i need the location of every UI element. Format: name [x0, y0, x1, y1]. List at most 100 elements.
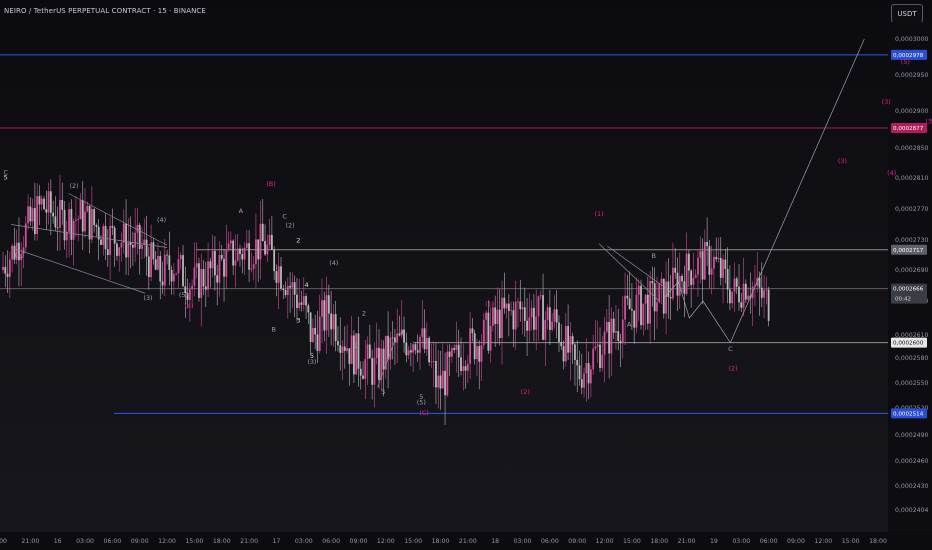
- candle-body: [715, 256, 718, 260]
- candle-body: [4, 266, 7, 274]
- candle-body: [555, 309, 558, 323]
- y-tick-label: 0,0002404: [895, 507, 929, 514]
- price-chart[interactable]: 0,0003000 0,0002950 0,0002900 0,0002850 0,00…: [0, 0, 932, 550]
- candle-body: [517, 301, 519, 303]
- candle-body: [697, 257, 699, 275]
- price-tag-label: 0,0002666: [893, 287, 924, 293]
- wave-label: (5): [901, 58, 910, 66]
- candle-body: [63, 209, 66, 241]
- candle-body: [596, 344, 599, 347]
- x-tick-label: 16: [54, 538, 62, 545]
- candle-body: [480, 345, 483, 362]
- candle-body: [56, 227, 59, 229]
- candle-body: [526, 320, 528, 331]
- candle-body: [207, 261, 209, 290]
- candle-body: [111, 225, 114, 228]
- candle-body: [567, 326, 570, 353]
- candle-body: [612, 318, 615, 333]
- wave-label: (5): [179, 291, 188, 299]
- candle-body: [649, 281, 652, 324]
- candle-body: [419, 336, 421, 353]
- candle-body: [49, 191, 52, 213]
- candle-body: [599, 344, 601, 368]
- candle-body: [220, 254, 223, 259]
- candle-body: [202, 269, 205, 287]
- candle-body: [34, 208, 36, 235]
- price-tag-label: 0,0002514: [893, 411, 924, 417]
- pattern-line[interactable]: [607, 245, 668, 290]
- candle-body: [396, 333, 399, 343]
- candle-body: [209, 261, 212, 269]
- candle-body: [717, 258, 720, 260]
- x-tick-label: 15:00: [623, 538, 641, 545]
- wave-label: 4: [304, 281, 308, 289]
- candle-body: [462, 366, 465, 371]
- candle-body: [29, 206, 32, 222]
- wave-label: A: [627, 321, 632, 329]
- candle-body: [211, 250, 214, 269]
- candle-body: [382, 348, 385, 370]
- candle-body: [767, 289, 770, 321]
- candle-body: [733, 278, 736, 292]
- candle-body: [469, 328, 472, 364]
- candle-body: [512, 310, 515, 330]
- candle-body: [172, 273, 175, 282]
- candle-body: [740, 302, 743, 308]
- candle-body: [223, 258, 225, 277]
- candle-body: [758, 277, 761, 288]
- candle-body: [546, 307, 549, 320]
- x-tick-label: 15:00: [842, 538, 860, 545]
- x-tick-label: 18:00: [432, 538, 450, 545]
- candle-body: [450, 347, 453, 357]
- candle-body: [651, 281, 654, 284]
- candle-body: [264, 241, 266, 255]
- candle-body: [118, 247, 121, 256]
- y-tick-label: 0,0002900: [895, 108, 929, 115]
- wave-label: (4): [329, 259, 338, 267]
- candle-body: [289, 285, 292, 288]
- candle-body: [501, 297, 503, 338]
- chart-area[interactable]: NEIRO / TetherUS PERPETUAL CONTRACT · 15…: [0, 0, 932, 550]
- wave-label: (B): [266, 180, 276, 188]
- candle-body: [656, 302, 658, 312]
- candle-body: [726, 268, 729, 290]
- candle-body: [122, 223, 125, 243]
- candle-body: [311, 327, 314, 342]
- candle-body: [672, 267, 674, 299]
- candle-body: [435, 361, 437, 388]
- candle-body: [131, 244, 134, 248]
- candle-body: [580, 379, 583, 388]
- candle-body: [177, 258, 180, 274]
- candle-body: [485, 312, 487, 320]
- candle-body: [268, 234, 271, 245]
- candle-body: [441, 370, 444, 389]
- candle-body: [430, 361, 433, 363]
- candle-body: [120, 242, 123, 248]
- candle-body: [234, 260, 237, 266]
- candle-body: [343, 346, 346, 351]
- candle-body: [530, 307, 533, 318]
- candle-body: [617, 331, 620, 341]
- candle-body: [476, 346, 478, 360]
- candle-body: [350, 335, 353, 364]
- candle-body: [198, 263, 200, 298]
- candle-body: [339, 345, 342, 353]
- candle-body: [168, 255, 171, 270]
- y-tick-label: 0,0002810: [895, 175, 929, 182]
- candle-body: [635, 294, 638, 328]
- candle-body: [585, 363, 588, 374]
- candle-body: [296, 294, 298, 308]
- candle-body: [562, 346, 565, 362]
- candle-body: [553, 309, 556, 322]
- candle-body: [147, 256, 150, 278]
- pattern-line[interactable]: [11, 247, 146, 294]
- candle-body: [102, 225, 105, 245]
- candle-body: [421, 328, 424, 337]
- y-tick-label: 0,0002730: [895, 237, 929, 244]
- x-tick-label: 17: [273, 538, 281, 545]
- candle-body: [38, 196, 41, 205]
- candle-body: [537, 296, 540, 317]
- price-axis[interactable]: [888, 22, 932, 532]
- candle-body: [45, 209, 48, 213]
- candle-body: [446, 351, 449, 396]
